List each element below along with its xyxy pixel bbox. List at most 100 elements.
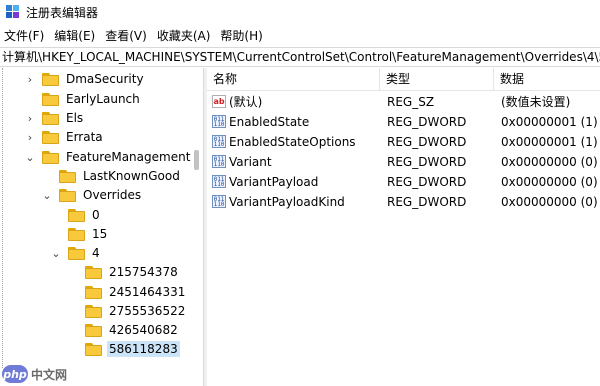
value-type: REG_DWORD <box>387 175 467 189</box>
chevron-right-icon[interactable]: › <box>24 73 36 86</box>
value-row[interactable]: 011 110 Variant REG_DWORD 0x00000000 (0) <box>207 152 600 172</box>
folder-icon <box>85 342 102 356</box>
menu-view[interactable]: 查看(V) <box>100 26 152 46</box>
tree-item-label: Els <box>66 111 84 125</box>
title-bar: 注册表编辑器 <box>0 0 600 24</box>
value-data: 0x00000000 (0) <box>501 195 598 209</box>
tree-item[interactable]: 215754378 <box>67 262 180 282</box>
column-header-data[interactable]: 数据 <box>494 68 600 90</box>
menu-file[interactable]: 文件(F) <box>0 26 49 46</box>
value-data: 0x00000001 (1) <box>501 135 598 149</box>
chevron-down-icon[interactable]: ⌄ <box>41 189 53 202</box>
folder-icon <box>68 227 85 241</box>
tree-item[interactable]: ⌄ FeatureManagement <box>24 147 192 167</box>
value-name: Variant <box>229 155 272 169</box>
binary-value-icon: 011 110 <box>212 115 226 128</box>
tree-item-label: 0 <box>92 208 100 222</box>
tree-expander <box>41 170 53 182</box>
menu-favorites[interactable]: 收藏夹(A) <box>152 26 216 46</box>
value-name: VariantPayloadKind <box>229 195 345 209</box>
tree-expander <box>67 305 79 317</box>
tree-item[interactable]: › DmaSecurity <box>24 69 146 89</box>
tree-item-label: 586118283 <box>107 341 180 357</box>
value-data: 0x00000000 (0) <box>501 175 598 189</box>
php-logo: php <box>2 365 28 383</box>
tree-item-label: 215754378 <box>109 265 178 279</box>
menu-edit[interactable]: 编辑(E) <box>49 26 100 46</box>
menu-help[interactable]: 帮助(H) <box>215 26 267 46</box>
value-type: REG_DWORD <box>387 155 467 169</box>
value-row[interactable]: ab (默认) REG_SZ (数值未设置) <box>207 92 600 112</box>
value-type: REG_DWORD <box>387 195 467 209</box>
folder-icon <box>42 92 59 106</box>
chevron-down-icon[interactable]: ⌄ <box>24 151 36 164</box>
folder-icon <box>59 188 76 202</box>
tree-item-label: Errata <box>66 130 103 144</box>
tree-item[interactable]: › Errata <box>24 127 105 147</box>
tree-expander <box>67 286 79 298</box>
key-tree: › DmaSecurity EarlyLaunch › Els › Errata… <box>0 68 203 386</box>
tree-item-label: 4 <box>92 246 100 260</box>
chevron-down-icon[interactable]: ⌄ <box>50 247 62 260</box>
tree-item[interactable]: ⌄ 4 <box>50 243 102 263</box>
tree-guide-line <box>2 68 3 368</box>
tree-expander <box>67 266 79 278</box>
binary-value-icon: 011 110 <box>212 175 226 188</box>
tree-item[interactable]: 426540682 <box>67 320 180 340</box>
tree-item[interactable]: 0 <box>50 205 102 225</box>
tree-item-label: EarlyLaunch <box>66 92 140 106</box>
value-name: EnabledStateOptions <box>229 135 356 149</box>
header-divider <box>207 90 600 91</box>
value-row[interactable]: 011 110 VariantPayload REG_DWORD 0x00000… <box>207 172 600 192</box>
tree-item[interactable]: ⌄ Overrides <box>41 185 143 205</box>
value-type: REG_DWORD <box>387 115 467 129</box>
registry-editor-icon <box>6 5 20 19</box>
tree-item[interactable]: 2451464331 <box>67 282 187 302</box>
value-row[interactable]: 011 110 VariantPayloadKind REG_DWORD 0x0… <box>207 192 600 212</box>
folder-icon <box>42 111 59 125</box>
string-value-icon: ab <box>212 95 226 108</box>
chevron-right-icon[interactable]: › <box>24 131 36 144</box>
watermark-text: 中文网 <box>31 367 68 382</box>
tree-item-selected[interactable]: 586118283 <box>67 339 180 359</box>
folder-icon <box>59 169 76 183</box>
column-header-type[interactable]: 类型 <box>380 68 494 90</box>
value-name: (默认) <box>229 95 263 109</box>
menu-bar: 文件(F) 编辑(E) 查看(V) 收藏夹(A) 帮助(H) <box>0 26 268 46</box>
value-data: 0x00000000 (0) <box>501 155 598 169</box>
tree-item[interactable]: › Els <box>24 108 85 128</box>
tree-item-label: 15 <box>92 227 108 241</box>
value-type: REG_SZ <box>387 95 435 109</box>
tree-item-label: FeatureManagement <box>66 150 191 164</box>
value-data: (数值未设置) <box>501 95 571 109</box>
tree-item-label: 2451464331 <box>109 285 186 299</box>
folder-icon <box>85 285 102 299</box>
value-row[interactable]: 011 110 EnabledStateOptions REG_DWORD 0x… <box>207 132 600 152</box>
address-bar[interactable]: 计算机\HKEY_LOCAL_MACHINE\SYSTEM\CurrentCon… <box>0 47 600 67</box>
tree-item[interactable]: EarlyLaunch <box>24 89 142 109</box>
tree-item-label: Overrides <box>83 188 142 202</box>
tree-expander <box>67 343 79 355</box>
tree-item[interactable]: 15 <box>50 224 109 244</box>
column-header-name[interactable]: 名称 <box>207 68 380 90</box>
value-name: VariantPayload <box>229 175 319 189</box>
tree-scrollbar[interactable] <box>191 68 203 368</box>
binary-value-icon: 011 110 <box>212 155 226 168</box>
window-title: 注册表编辑器 <box>26 5 99 20</box>
chevron-right-icon[interactable]: › <box>24 112 36 125</box>
value-data: 0x00000001 (1) <box>501 115 598 129</box>
tree-item[interactable]: LastKnownGood <box>41 166 182 186</box>
tree-expander <box>50 209 62 221</box>
binary-value-icon: 011 110 <box>212 135 226 148</box>
folder-icon <box>68 246 85 260</box>
scrollbar-thumb[interactable] <box>194 150 199 170</box>
tree-expander <box>50 228 62 240</box>
folder-icon <box>42 72 59 86</box>
folder-icon <box>85 265 102 279</box>
binary-value-icon: 011 110 <box>212 195 226 208</box>
tree-item[interactable]: 2755536522 <box>67 301 187 321</box>
value-row[interactable]: 011 110 EnabledState REG_DWORD 0x0000000… <box>207 112 600 132</box>
folder-icon <box>85 304 102 318</box>
tree-expander <box>24 93 36 105</box>
folder-icon <box>42 150 59 164</box>
